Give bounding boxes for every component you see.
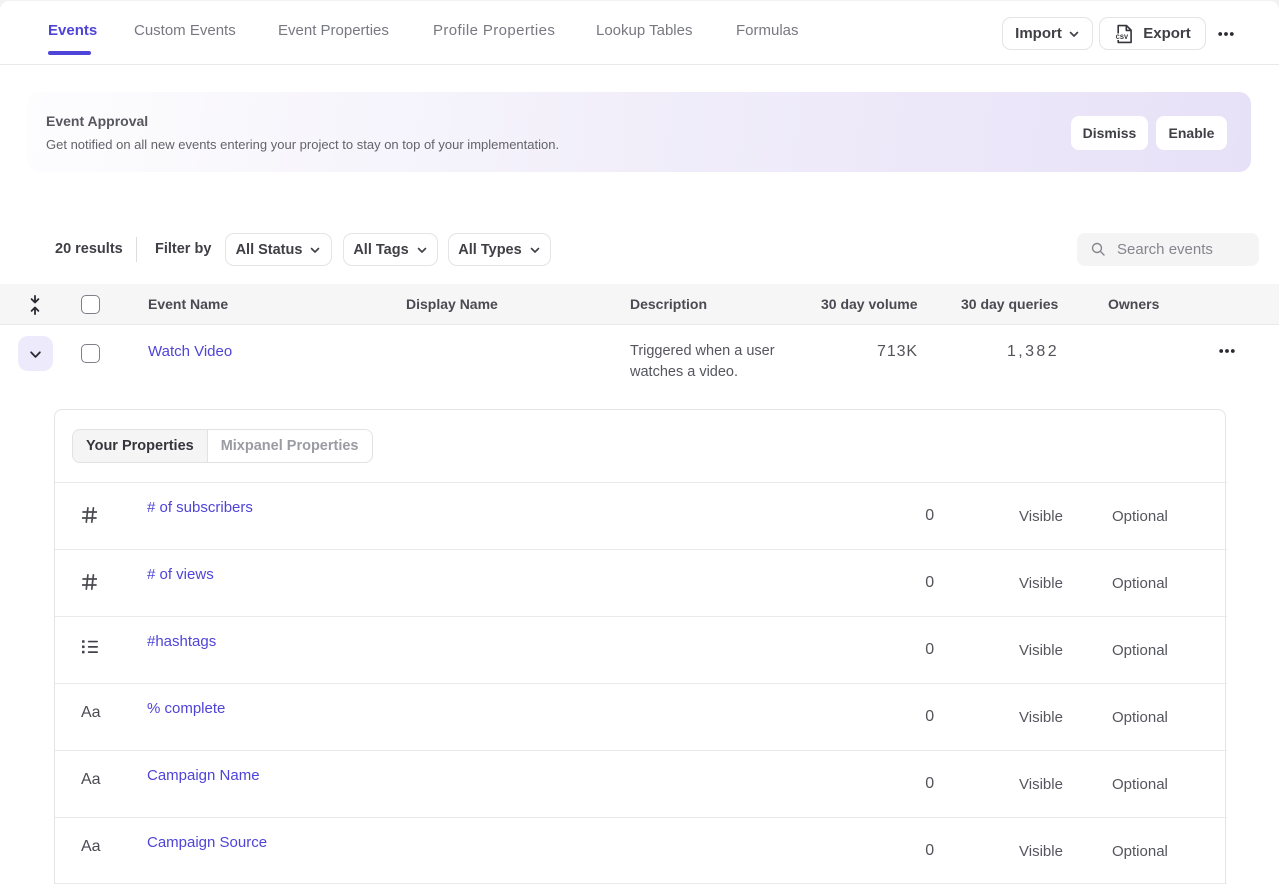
svg-text:CSV: CSV: [1116, 34, 1129, 42]
